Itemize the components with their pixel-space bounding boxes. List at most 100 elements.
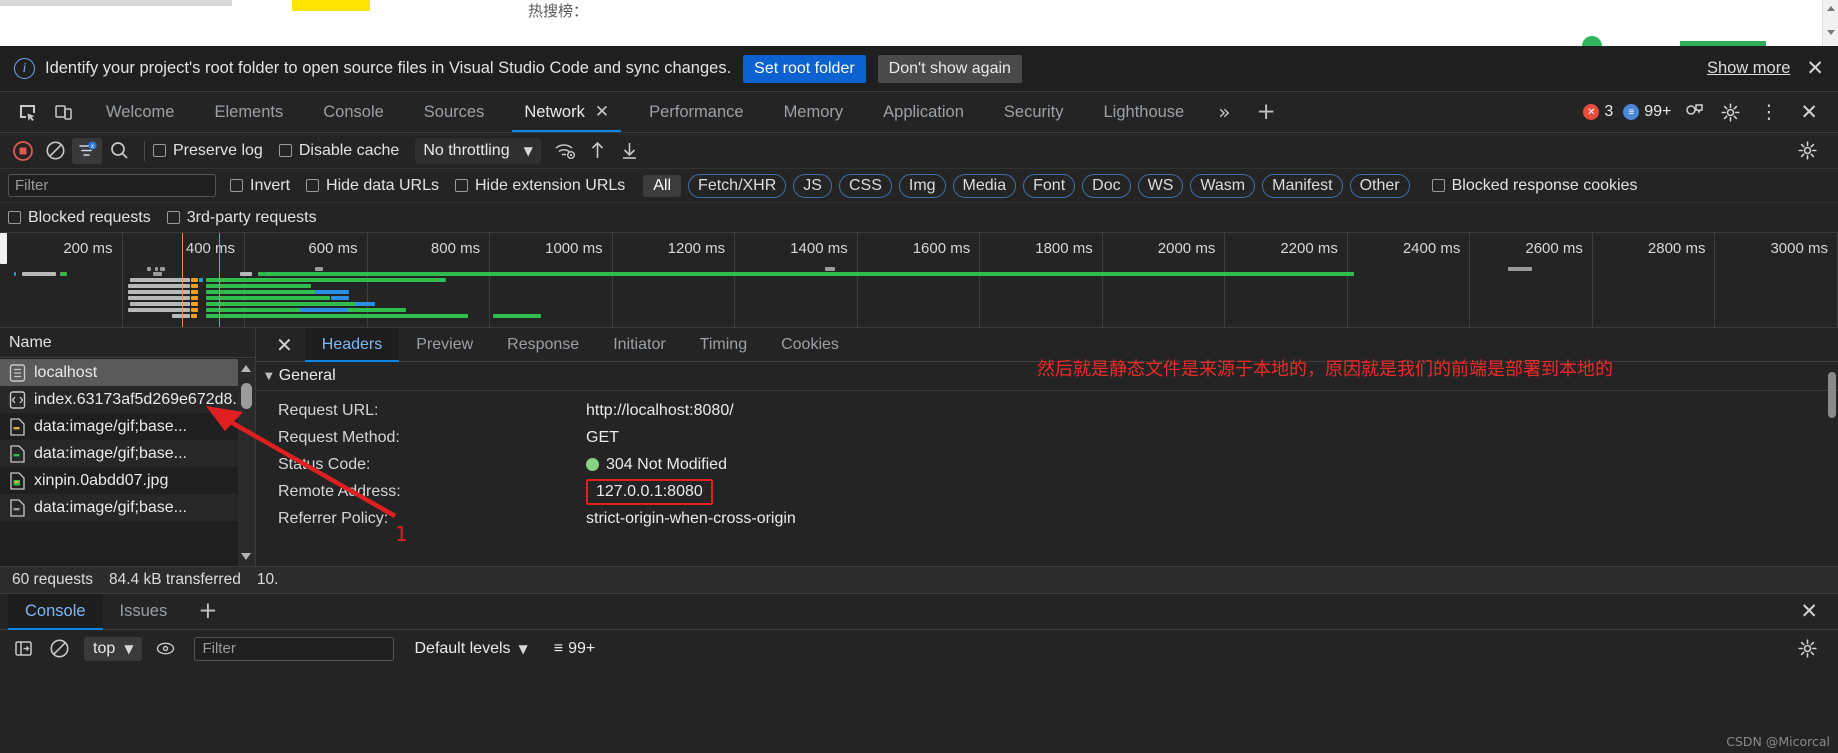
request-list-item[interactable]: xinpin.0abdd07.jpg [0, 467, 255, 494]
scroll-down-icon[interactable] [241, 553, 251, 560]
filter-pill-fetch-xhr[interactable]: Fetch/XHR [688, 173, 787, 198]
request-list-scrollbar[interactable] [238, 359, 255, 566]
more-tabs-icon[interactable]: » [1204, 100, 1244, 124]
add-tab-icon[interactable]: + [1245, 100, 1288, 124]
filter-pill-manifest[interactable]: Manifest [1262, 173, 1343, 198]
tab-network[interactable]: Network ✕ [504, 92, 629, 132]
console-context-select[interactable]: top ▼ [84, 636, 143, 661]
request-list-item[interactable]: data:image/gif;base... [0, 440, 255, 467]
dont-show-again-button[interactable]: Don't show again [877, 54, 1022, 83]
blocked-requests-checkbox[interactable]: Blocked requests [8, 209, 151, 227]
search-icon[interactable] [104, 138, 134, 164]
record-stop-icon[interactable] [8, 138, 38, 164]
devtools-menu-icon[interactable]: ⋮ [1753, 102, 1784, 122]
settings-gear-icon[interactable] [1717, 100, 1743, 124]
filter-input[interactable] [8, 174, 216, 197]
request-list-item[interactable]: localhost [0, 359, 255, 386]
scroll-up-icon[interactable] [241, 365, 251, 372]
devtools-close-icon[interactable]: ✕ [1794, 101, 1824, 123]
detail-tab-headers[interactable]: Headers [304, 328, 400, 362]
filter-pill-other[interactable]: Other [1349, 173, 1410, 198]
export-har-icon[interactable] [615, 138, 645, 164]
tab-lighthouse[interactable]: Lighthouse [1084, 92, 1205, 132]
request-list-item[interactable]: data:image/gif;base... [0, 494, 255, 521]
page-hot-label: 热搜榜： [528, 2, 589, 20]
drawer-add-tab-icon[interactable]: + [184, 600, 231, 623]
header-value: http://localhost:8080/ [586, 402, 734, 420]
filter-pill-font[interactable]: Font [1023, 173, 1076, 198]
set-root-folder-button[interactable]: Set root folder [743, 54, 866, 83]
overview-left-handle[interactable] [0, 233, 7, 264]
devtools-feedback-icon[interactable] [1681, 100, 1707, 124]
detail-tab-cookies[interactable]: Cookies [764, 328, 856, 362]
tab-performance[interactable]: Performance [629, 92, 763, 132]
detail-scrollbar[interactable] [1825, 362, 1838, 566]
request-name: index.63173af5d269e672d8... [34, 390, 246, 408]
drawer-tab-issues[interactable]: Issues [103, 594, 185, 630]
third-party-requests-checkbox[interactable]: 3rd-party requests [166, 209, 317, 227]
network-settings-gear-icon[interactable] [1792, 138, 1822, 164]
overview-request-bar [240, 272, 252, 276]
disable-cache-checkbox[interactable]: Disable cache [278, 142, 399, 160]
detail-tab-preview[interactable]: Preview [399, 328, 490, 362]
preserve-log-checkbox[interactable]: Preserve log [153, 142, 263, 160]
network-overview[interactable]: 200 ms 400 ms 600 ms 800 ms 1000 ms 1200 ms 14… [0, 233, 1838, 328]
overview-request-bar [158, 272, 162, 276]
filter-pill-wasm[interactable]: Wasm [1190, 173, 1256, 198]
tab-application[interactable]: Application [863, 92, 984, 132]
scrollbar-thumb[interactable] [1828, 372, 1836, 418]
clear-console-icon[interactable] [44, 636, 74, 662]
tab-close-icon[interactable]: ✕ [595, 102, 609, 122]
message-counter[interactable]: ≡ 99+ [1623, 103, 1671, 121]
tab-sources[interactable]: Sources [404, 92, 505, 132]
clear-icon[interactable] [40, 138, 70, 164]
detail-tab-response[interactable]: Response [490, 328, 596, 362]
filter-pill-media[interactable]: Media [952, 173, 1017, 198]
page-scrollbar[interactable] [1822, 0, 1838, 46]
tab-elements[interactable]: Elements [194, 92, 303, 132]
hide-data-urls-checkbox[interactable]: Hide data URLs [306, 177, 439, 195]
throttling-select[interactable]: No throttling ▼ [415, 137, 541, 164]
console-levels-value: Default levels [414, 639, 511, 657]
console-filter-input[interactable] [194, 636, 395, 661]
request-list-item[interactable]: data:image/gif;base... [0, 413, 255, 440]
console-message-counter[interactable]: ≡ 99+ [554, 640, 595, 658]
request-list-item[interactable]: index.63173af5d269e672d8... [0, 386, 255, 413]
detail-tab-timing[interactable]: Timing [683, 328, 764, 362]
device-toolbar-icon[interactable] [50, 100, 76, 124]
chinese-annotation: 然后就是静态文件是来源于本地的，原因就是我们的前端是部署到本地的 [1037, 359, 1613, 380]
tab-welcome[interactable]: Welcome [86, 92, 194, 132]
filter-pill-js[interactable]: JS [793, 173, 832, 198]
scrollbar-thumb[interactable] [241, 383, 252, 409]
invert-checkbox[interactable]: Invert [230, 177, 290, 195]
detail-close-icon[interactable]: ✕ [264, 335, 305, 355]
detail-tab-initiator[interactable]: Initiator [596, 328, 682, 362]
overview-request-bar [191, 308, 198, 312]
filter-pill-css[interactable]: CSS [838, 173, 892, 198]
tab-memory[interactable]: Memory [764, 92, 864, 132]
console-levels-select[interactable]: Default levels ▼ [414, 640, 527, 658]
inspect-element-icon[interactable] [14, 100, 40, 124]
scroll-down-icon[interactable] [1827, 30, 1835, 35]
tab-console[interactable]: Console [303, 92, 404, 132]
error-counter[interactable]: ✕ 3 [1583, 103, 1613, 121]
overview-request-bar [825, 267, 835, 271]
filter-pill-ws[interactable]: WS [1137, 173, 1184, 198]
drawer-tab-console[interactable]: Console [8, 593, 103, 630]
network-conditions-icon[interactable] [551, 138, 581, 164]
banner-close-icon[interactable]: ✕ [1806, 58, 1824, 79]
console-settings-gear-icon[interactable] [1792, 636, 1822, 662]
blocked-response-cookies-checkbox[interactable]: Blocked response cookies [1431, 177, 1637, 195]
import-har-icon[interactable] [583, 138, 613, 164]
show-more-link[interactable]: Show more [1707, 59, 1790, 78]
hide-extension-urls-checkbox[interactable]: Hide extension URLs [454, 177, 625, 195]
scroll-up-icon[interactable] [1827, 6, 1835, 11]
filter-pill-all[interactable]: All [643, 174, 682, 197]
drawer-close-icon[interactable]: ✕ [1794, 601, 1824, 622]
live-expression-icon[interactable] [150, 636, 180, 662]
console-sidebar-icon[interactable] [8, 636, 38, 662]
filter-icon[interactable]: x [72, 137, 102, 164]
tab-security[interactable]: Security [984, 92, 1084, 132]
filter-pill-img[interactable]: Img [898, 173, 946, 198]
filter-pill-doc[interactable]: Doc [1082, 173, 1131, 198]
